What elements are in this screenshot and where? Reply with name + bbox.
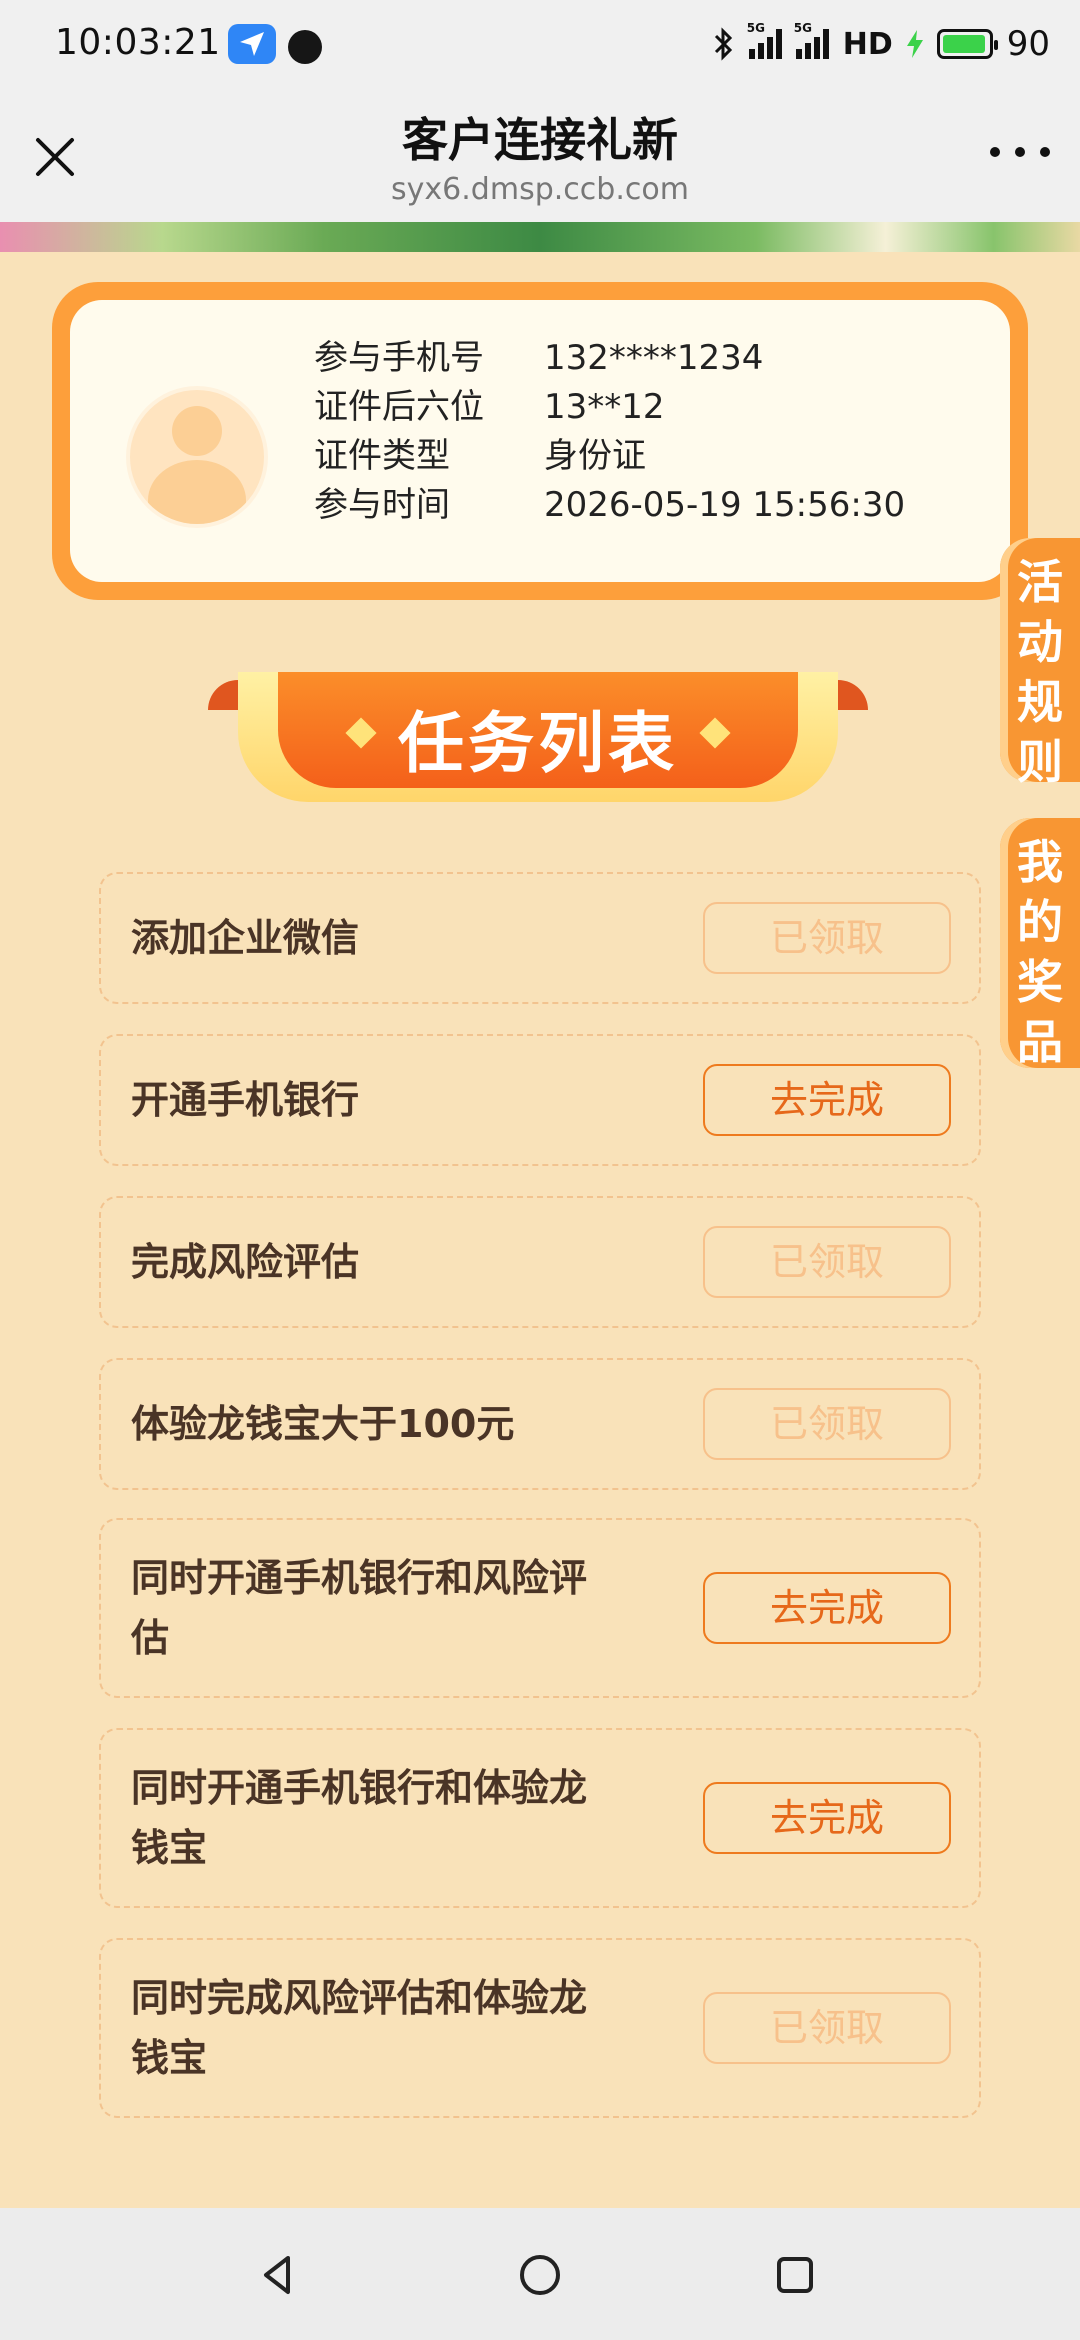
- info-row-id-type: 证件类型 身份证: [314, 436, 646, 476]
- task-name-line2: 估: [131, 1616, 170, 1660]
- status-bar: 10:03:21 5G 5G HD 90: [0, 0, 1080, 92]
- battery-level: 90: [1006, 24, 1050, 64]
- task-complete-button[interactable]: 去完成: [703, 1064, 951, 1136]
- activity-rules-label: 活动规则: [1017, 555, 1063, 789]
- task-claimed-button[interactable]: 已领取: [703, 1992, 951, 2064]
- task-complete-button[interactable]: 去完成: [703, 1572, 951, 1644]
- system-navbar: [0, 2208, 1080, 2340]
- task-name: 同时开通手机银行和风险评: [131, 1556, 588, 1600]
- main-content: 参与手机号 132****1234 证件后六位 13**12 证件类型 身份证 参与时…: [0, 252, 1080, 2208]
- task-item: 体验龙钱宝大于100元 已领取: [99, 1358, 981, 1490]
- task-item: 同时开通手机银行和体验龙 钱宝 去完成: [99, 1728, 981, 1908]
- task-name: 同时完成风险评估和体验龙: [131, 1976, 588, 2020]
- my-prizes-tab[interactable]: 我的奖品: [1000, 818, 1080, 1069]
- signal-icon: 5G: [747, 21, 782, 59]
- location-icon: [228, 24, 276, 64]
- task-item: 添加企业微信 已领取: [99, 872, 981, 1004]
- notification-dot-icon: [288, 30, 322, 64]
- banner-image: [0, 222, 1080, 252]
- battery-icon: [936, 29, 998, 59]
- page-title: 客户连接礼新: [402, 113, 678, 167]
- my-prizes-label: 我的奖品: [1017, 835, 1063, 1069]
- bluetooth-icon: [714, 27, 732, 61]
- avatar: [130, 390, 264, 524]
- recent-apps-icon[interactable]: [770, 2250, 820, 2300]
- task-name: 添加企业微信: [131, 916, 360, 960]
- status-time: 10:03:21: [55, 22, 221, 63]
- task-item: 完成风险评估 已领取: [99, 1196, 981, 1328]
- task-name: 完成风险评估: [131, 1240, 360, 1284]
- task-complete-button[interactable]: 去完成: [703, 1782, 951, 1854]
- activity-rules-tab[interactable]: 活动规则: [1000, 538, 1080, 789]
- task-claimed-button[interactable]: 已领取: [703, 1226, 951, 1298]
- status-indicators: 5G 5G HD 90: [713, 21, 1050, 64]
- task-name-line2: 钱宝: [131, 1826, 208, 1870]
- task-item: 同时完成风险评估和体验龙 钱宝 已领取: [99, 1938, 981, 2118]
- signal-icon-2: 5G: [794, 21, 829, 59]
- task-claimed-button[interactable]: 已领取: [703, 902, 951, 974]
- task-name-line2: 钱宝: [131, 2036, 208, 2080]
- task-name: 开通手机银行: [131, 1078, 360, 1122]
- task-list-banner: 任务列表: [208, 672, 868, 822]
- info-row-id: 证件后六位 13**12: [314, 387, 665, 427]
- task-name: 同时开通手机银行和体验龙: [131, 1766, 588, 1810]
- task-item: 开通手机银行 去完成: [99, 1034, 981, 1166]
- charging-icon: [906, 30, 923, 58]
- more-menu-icon[interactable]: [990, 142, 1050, 162]
- task-item: 同时开通手机银行和风险评 估 去完成: [99, 1518, 981, 1698]
- info-row-time: 参与时间 2026-05-19 15:56:30: [314, 485, 906, 525]
- back-icon[interactable]: [254, 2250, 304, 2300]
- home-icon[interactable]: [515, 2250, 565, 2300]
- profile-card: 参与手机号 132****1234 证件后六位 13**12 证件类型 身份证 参与时…: [52, 282, 1028, 600]
- page-url: syx6.dmsp.ccb.com: [391, 172, 689, 207]
- task-name: 体验龙钱宝大于100元: [131, 1402, 515, 1446]
- info-row-phone: 参与手机号 132****1234: [314, 338, 764, 378]
- hd-label: HD: [842, 26, 893, 62]
- task-list-title: 任务列表: [398, 705, 678, 782]
- browser-titlebar: 客户连接礼新 syx6.dmsp.ccb.com: [0, 92, 1080, 222]
- task-claimed-button[interactable]: 已领取: [703, 1388, 951, 1460]
